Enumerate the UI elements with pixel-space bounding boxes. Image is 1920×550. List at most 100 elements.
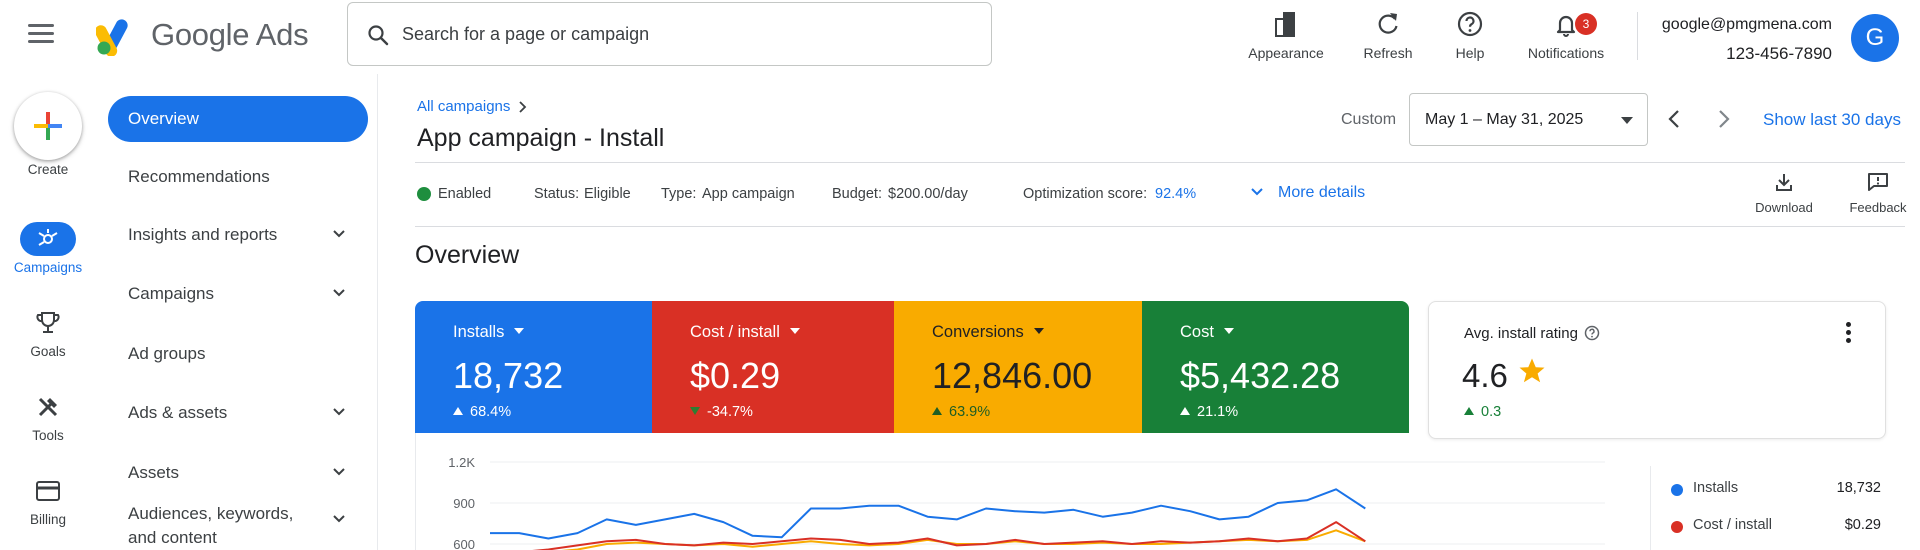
- sidebar-item-ad-groups[interactable]: Ad groups: [108, 331, 368, 377]
- metric-title[interactable]: Installs: [453, 323, 525, 342]
- download-label: Download: [1755, 200, 1813, 215]
- chevron-down-icon: [333, 468, 345, 476]
- status-key: Status:: [534, 186, 580, 202]
- sidebar-item-audiences-keywords-content[interactable]: Audiences, keywords, and content: [108, 502, 368, 550]
- metric-value: $0.29: [690, 355, 781, 396]
- sidebar-item-overview[interactable]: Overview: [108, 96, 368, 142]
- sidebar-item-ads-and-assets[interactable]: Ads & assets: [108, 390, 368, 436]
- sidebar-item-insights-and-reports[interactable]: Insights and reports: [108, 212, 368, 258]
- rail-label-billing: Billing: [29, 512, 67, 527]
- more-options-icon[interactable]: [1846, 322, 1852, 346]
- legend-name: Installs: [1693, 480, 1739, 496]
- rating-title-text: Avg. install rating: [1464, 325, 1578, 342]
- metric-title[interactable]: Conversions: [932, 323, 1044, 342]
- show-last-30-days-link[interactable]: Show last 30 days: [1763, 110, 1901, 130]
- metric-card-conversions[interactable]: Conversions 12,846.00 63.9%: [894, 301, 1142, 433]
- chevron-down-icon: [333, 289, 345, 297]
- chevron-right-icon: [519, 101, 527, 113]
- rail-item-tools[interactable]: Tools: [0, 390, 96, 443]
- metric-card-cost-per-install[interactable]: Cost / install $0.29 -34.7%: [652, 301, 894, 433]
- legend-name: Cost / install: [1693, 517, 1772, 533]
- account-info[interactable]: google@pmgmena.com 123-456-7890: [1660, 16, 1832, 64]
- sidebar-item-recommendations[interactable]: Recommendations: [108, 154, 368, 200]
- metric-title[interactable]: Cost / install: [690, 323, 800, 342]
- rail-label-create: Create: [27, 162, 69, 177]
- metric-value: $5,432.28: [1180, 355, 1341, 396]
- campaigns-icon: [20, 222, 76, 256]
- page-title: App campaign - Install: [417, 124, 665, 152]
- legend-item-cost-per-install[interactable]: Cost / install $0.29: [1671, 517, 1881, 539]
- trend-up-icon: [453, 407, 463, 415]
- series-line-cost-install: [532, 521, 1366, 550]
- rating-value: 4.6: [1462, 357, 1508, 394]
- help-button[interactable]: Help: [1430, 10, 1510, 61]
- overview-heading: Overview: [415, 241, 520, 269]
- optimization-score-value[interactable]: 92.4%: [1155, 186, 1196, 202]
- next-period-icon[interactable]: [1716, 108, 1732, 130]
- info-icon[interactable]: [1584, 325, 1600, 341]
- rating-title: Avg. install rating: [1464, 325, 1600, 342]
- metric-delta-value: -34.7%: [707, 404, 753, 420]
- appearance-button[interactable]: Appearance: [1246, 10, 1326, 61]
- feedback-button[interactable]: Feedback: [1838, 172, 1918, 215]
- trend-up-icon: [932, 407, 942, 415]
- rail-item-goals[interactable]: Goals: [0, 306, 96, 359]
- create-button[interactable]: [14, 92, 82, 160]
- metric-delta: -34.7%: [690, 404, 753, 420]
- feedback-icon: [1868, 173, 1888, 191]
- notifications-label: Notifications: [1527, 45, 1605, 61]
- sidebar-item-assets[interactable]: Assets: [108, 450, 368, 496]
- divider: [415, 162, 1905, 163]
- download-button[interactable]: Download: [1744, 172, 1824, 215]
- sidebar-item-label: Overview: [128, 109, 199, 128]
- download-icon: [1776, 174, 1792, 191]
- notifications-button[interactable]: 3 Notifications: [1523, 10, 1609, 61]
- help-label: Help: [1455, 45, 1485, 61]
- rail-item-billing[interactable]: Billing: [0, 474, 96, 527]
- enabled-status[interactable]: Enabled: [438, 186, 491, 202]
- tools-icon: [20, 390, 76, 424]
- search-box[interactable]: [347, 2, 992, 66]
- optimization-score-key: Optimization score:: [1023, 186, 1148, 202]
- breadcrumb[interactable]: All campaigns: [417, 98, 510, 115]
- avatar[interactable]: G: [1851, 14, 1899, 62]
- date-range-value: May 1 – May 31, 2025: [1425, 111, 1584, 128]
- metric-value: 18,732: [453, 355, 564, 396]
- main-menu-icon[interactable]: [28, 24, 54, 46]
- account-email: google@pmgmena.com: [1661, 16, 1832, 33]
- appearance-label: Appearance: [1248, 45, 1324, 61]
- y-tick-label: 1.2K: [448, 455, 475, 470]
- metric-title[interactable]: Cost: [1180, 323, 1234, 342]
- search-icon: [368, 25, 389, 46]
- brand-name: Google Ads: [151, 17, 309, 52]
- refresh-button[interactable]: Refresh: [1348, 10, 1428, 61]
- date-range-type-label: Custom: [1341, 111, 1397, 128]
- legend-item-installs[interactable]: Installs 18,732: [1671, 480, 1881, 502]
- y-tick-label: 600: [453, 537, 475, 550]
- type-value: App campaign: [702, 186, 795, 202]
- dropdown-caret-icon: [789, 328, 800, 334]
- metric-delta-value: 63.9%: [949, 404, 991, 420]
- search-input[interactable]: [402, 17, 962, 51]
- previous-period-icon[interactable]: [1666, 108, 1682, 130]
- sidebar-item-label: Campaigns: [128, 284, 214, 303]
- rating-delta: 0.3: [1464, 404, 1501, 420]
- metric-card-installs[interactable]: Installs 18,732 68.4%: [415, 301, 652, 433]
- avg-install-rating-card[interactable]: Avg. install rating 4.6 0.3: [1428, 301, 1886, 439]
- notification-count-badge: 3: [1575, 13, 1597, 35]
- date-range-picker[interactable]: May 1 – May 31, 2025: [1409, 93, 1648, 146]
- budget-value: $200.00/day: [888, 186, 968, 202]
- series-line-installs: [490, 488, 1366, 540]
- rail-item-create[interactable]: Create: [0, 162, 96, 177]
- help-icon: [1457, 11, 1483, 37]
- appearance-icon: [1275, 12, 1295, 37]
- metric-name: Cost / install: [690, 323, 780, 341]
- sidebar-item-label: Recommendations: [128, 167, 270, 186]
- rail-item-campaigns[interactable]: Campaigns: [0, 222, 96, 275]
- metric-card-cost[interactable]: Cost $5,432.28 21.1%: [1142, 301, 1409, 433]
- rail-label-tools: Tools: [32, 428, 64, 443]
- sidebar-item-campaigns[interactable]: Campaigns: [108, 271, 368, 317]
- dropdown-caret-icon: [1223, 328, 1234, 334]
- budget-key: Budget:: [832, 186, 882, 202]
- metric-delta: 63.9%: [932, 404, 990, 420]
